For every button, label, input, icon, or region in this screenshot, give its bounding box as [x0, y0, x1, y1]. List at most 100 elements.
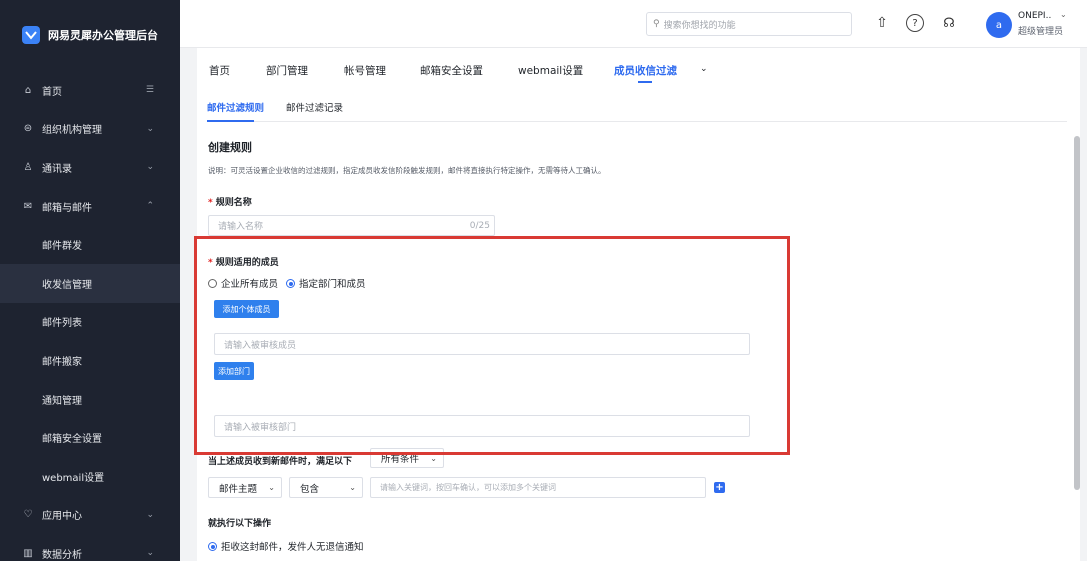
- sidebar-item-mail-security[interactable]: 邮箱安全设置: [0, 418, 180, 457]
- sidebar-nav: ⌂ 首页 ☰ ⊜ 组织机构管理 ⌄ ♙ 通讯录 ⌄ ✉ 邮箱与邮件 ⌃ 邮件群发…: [0, 71, 180, 561]
- sidebar-item-mail-management[interactable]: 收发信管理: [0, 263, 180, 303]
- scrollbar[interactable]: [1074, 136, 1080, 490]
- action-label: 就执行以下操作: [208, 519, 272, 529]
- rule-name-input[interactable]: 请输入名称 0/25: [208, 215, 495, 236]
- user-role: 超级管理员: [1018, 27, 1064, 37]
- search-icon: ⚲: [653, 19, 660, 29]
- tab-accounts[interactable]: 帐号管理: [344, 63, 386, 78]
- subtab-bar: 邮件过滤规则 邮件过滤记录: [207, 100, 1067, 122]
- required-mark: *: [208, 258, 213, 268]
- department-input[interactable]: 请输入被审核部门: [214, 415, 750, 437]
- sidebar-item-label: 通讯录: [42, 163, 72, 175]
- user-name[interactable]: ONEPI..: [1018, 10, 1051, 23]
- chevron-up-icon: ⌃: [146, 201, 154, 212]
- upload-icon[interactable]: ⇧: [873, 14, 891, 32]
- tab-underline: [638, 81, 652, 83]
- field-select[interactable]: 邮件主题 ⌄: [208, 477, 282, 498]
- radio-checked-icon: [286, 278, 296, 288]
- sidebar-item-app-center[interactable]: ♡ 应用中心 ⌄: [0, 496, 180, 535]
- sidebar-item-label: 组织机构管理: [42, 125, 102, 137]
- sidebar-item-label: 通知管理: [42, 395, 82, 407]
- radio-label: 企业所有成员: [221, 279, 279, 290]
- help-icon[interactable]: ?: [906, 14, 924, 32]
- sidebar-item-label: 邮件搬家: [42, 356, 82, 368]
- member-input[interactable]: 请输入被审核成员: [214, 333, 750, 355]
- operator-value: 包含: [300, 483, 320, 495]
- subtab-filter-rules[interactable]: 邮件过滤规则: [207, 100, 264, 114]
- tab-webmail[interactable]: webmail设置: [518, 63, 583, 78]
- required-mark: *: [208, 198, 213, 208]
- char-counter: 0/25: [469, 220, 490, 231]
- sidebar-item-analytics[interactable]: ▥ 数据分析 ⌄: [0, 534, 180, 561]
- keyword-input[interactable]: 请输入关键词，按回车确认，可以添加多个关键词: [370, 477, 706, 498]
- subtab-underline: [207, 120, 254, 122]
- chevron-down-icon: ⌄: [146, 123, 154, 134]
- sidebar-item-contacts[interactable]: ♙ 通讯录 ⌄: [0, 148, 180, 187]
- radio-specific-members[interactable]: 指定部门和成员: [286, 276, 366, 290]
- menu-collapse-icon[interactable]: ☰: [146, 85, 154, 95]
- tab-member-filter[interactable]: 成员收信过滤: [614, 63, 677, 78]
- sidebar: 网易灵犀办公管理后台 ⌂ 首页 ☰ ⊜ 组织机构管理 ⌄ ♙ 通讯录 ⌄ ✉ 邮…: [0, 0, 180, 561]
- sidebar-item-home[interactable]: ⌂ 首页 ☰: [0, 71, 180, 110]
- add-department-button[interactable]: 添加部门: [214, 362, 254, 380]
- operator-select[interactable]: 包含 ⌄: [289, 477, 363, 498]
- sidebar-item-label: 数据分析: [42, 549, 82, 561]
- sidebar-item-webmail[interactable]: webmail设置: [0, 457, 180, 496]
- label-text: 规则适用的成员: [215, 258, 279, 268]
- label-text: 规则名称: [215, 198, 252, 208]
- contacts-icon: ♙: [23, 161, 33, 173]
- headset-icon[interactable]: ☊: [940, 14, 958, 32]
- description: 说明：可灵活设置企业收信的过滤规则，指定成员收发信阶段触发规则，邮件将直接执行特…: [208, 166, 606, 175]
- chevron-down-icon: ⌄: [430, 453, 437, 463]
- chevron-down-icon[interactable]: ⌄: [1060, 10, 1067, 19]
- sidebar-item-label: 邮箱与邮件: [42, 202, 92, 214]
- sidebar-item-label: 邮箱安全设置: [42, 434, 102, 446]
- add-member-button[interactable]: 添加个体成员: [214, 300, 279, 318]
- brand-logo-icon: [22, 26, 40, 44]
- chevron-down-icon[interactable]: ⌄: [700, 64, 708, 74]
- subtab-filter-records[interactable]: 邮件过滤记录: [286, 100, 343, 114]
- tab-home[interactable]: 首页: [209, 63, 230, 78]
- add-condition-icon[interactable]: +: [714, 482, 725, 493]
- main-panel: 首页 部门管理 帐号管理 邮箱安全设置 webmail设置 成员收信过滤 ⌄ 邮…: [197, 48, 1080, 561]
- keyword-placeholder: 请输入关键词，按回车确认，可以添加多个关键词: [380, 483, 556, 492]
- org-icon: ⊜: [23, 123, 33, 135]
- sidebar-item-mail-migration[interactable]: 邮件搬家: [0, 341, 180, 380]
- tab-mail-security[interactable]: 邮箱安全设置: [420, 63, 483, 78]
- rule-name-label: * 规则名称: [208, 195, 252, 208]
- tab-bar: 首页 部门管理 帐号管理 邮箱安全设置 webmail设置 成员收信过滤 ⌄: [197, 48, 1080, 88]
- radio-reject-silently[interactable]: 拒收这封邮件，发件人无退信通知: [208, 539, 364, 553]
- radio-all-members[interactable]: 企业所有成员: [208, 276, 278, 290]
- chevron-down-icon: ⌄: [146, 548, 154, 559]
- member-placeholder: 请输入被审核成员: [224, 340, 297, 351]
- home-icon: ⌂: [24, 84, 32, 96]
- avatar[interactable]: a: [986, 12, 1012, 38]
- sidebar-item-org[interactable]: ⊜ 组织机构管理 ⌄: [0, 110, 180, 149]
- sidebar-item-notifications[interactable]: 通知管理: [0, 380, 180, 419]
- sidebar-item-mass-mail[interactable]: 邮件群发: [0, 225, 180, 264]
- radio-unchecked-icon: [208, 278, 217, 288]
- tab-departments[interactable]: 部门管理: [266, 63, 308, 78]
- condition-value: 所有条件: [381, 454, 420, 465]
- search-placeholder: 搜索你想找的功能: [663, 20, 736, 31]
- mail-icon: ✉: [23, 200, 33, 212]
- chevron-down-icon: ⌄: [146, 162, 154, 173]
- sidebar-item-label: webmail设置: [42, 472, 105, 484]
- condition-label: 当上述成员收到新邮件时，满足以下: [208, 457, 353, 467]
- radio-label: 拒收这封邮件，发件人无退信通知: [221, 542, 364, 553]
- radio-checked-icon: [208, 541, 217, 551]
- rule-name-placeholder: 请输入名称: [218, 222, 264, 232]
- sidebar-item-mail[interactable]: ✉ 邮箱与邮件 ⌃: [0, 187, 180, 226]
- topbar: ⚲ 搜索你想找的功能 ⇧ ? ☊ a ONEPI.. ⌄ 超级管理员: [180, 0, 1087, 48]
- radio-label: 指定部门和成员: [299, 279, 366, 290]
- field-value: 邮件主题: [219, 483, 258, 495]
- brand[interactable]: 网易灵犀办公管理后台: [0, 0, 180, 70]
- sidebar-item-label: 首页: [42, 86, 62, 98]
- member-scope-radio-group: 企业所有成员 指定部门和成员: [208, 276, 374, 290]
- action-radio-group: 拒收这封邮件，发件人无退信通知: [208, 539, 372, 553]
- search-input[interactable]: ⚲ 搜索你想找的功能: [646, 12, 852, 36]
- sidebar-item-mail-list[interactable]: 邮件列表: [0, 303, 180, 342]
- sidebar-item-label: 邮件列表: [42, 318, 82, 330]
- condition-select[interactable]: 所有条件 ⌄: [370, 448, 444, 468]
- department-placeholder: 请输入被审核部门: [224, 422, 297, 433]
